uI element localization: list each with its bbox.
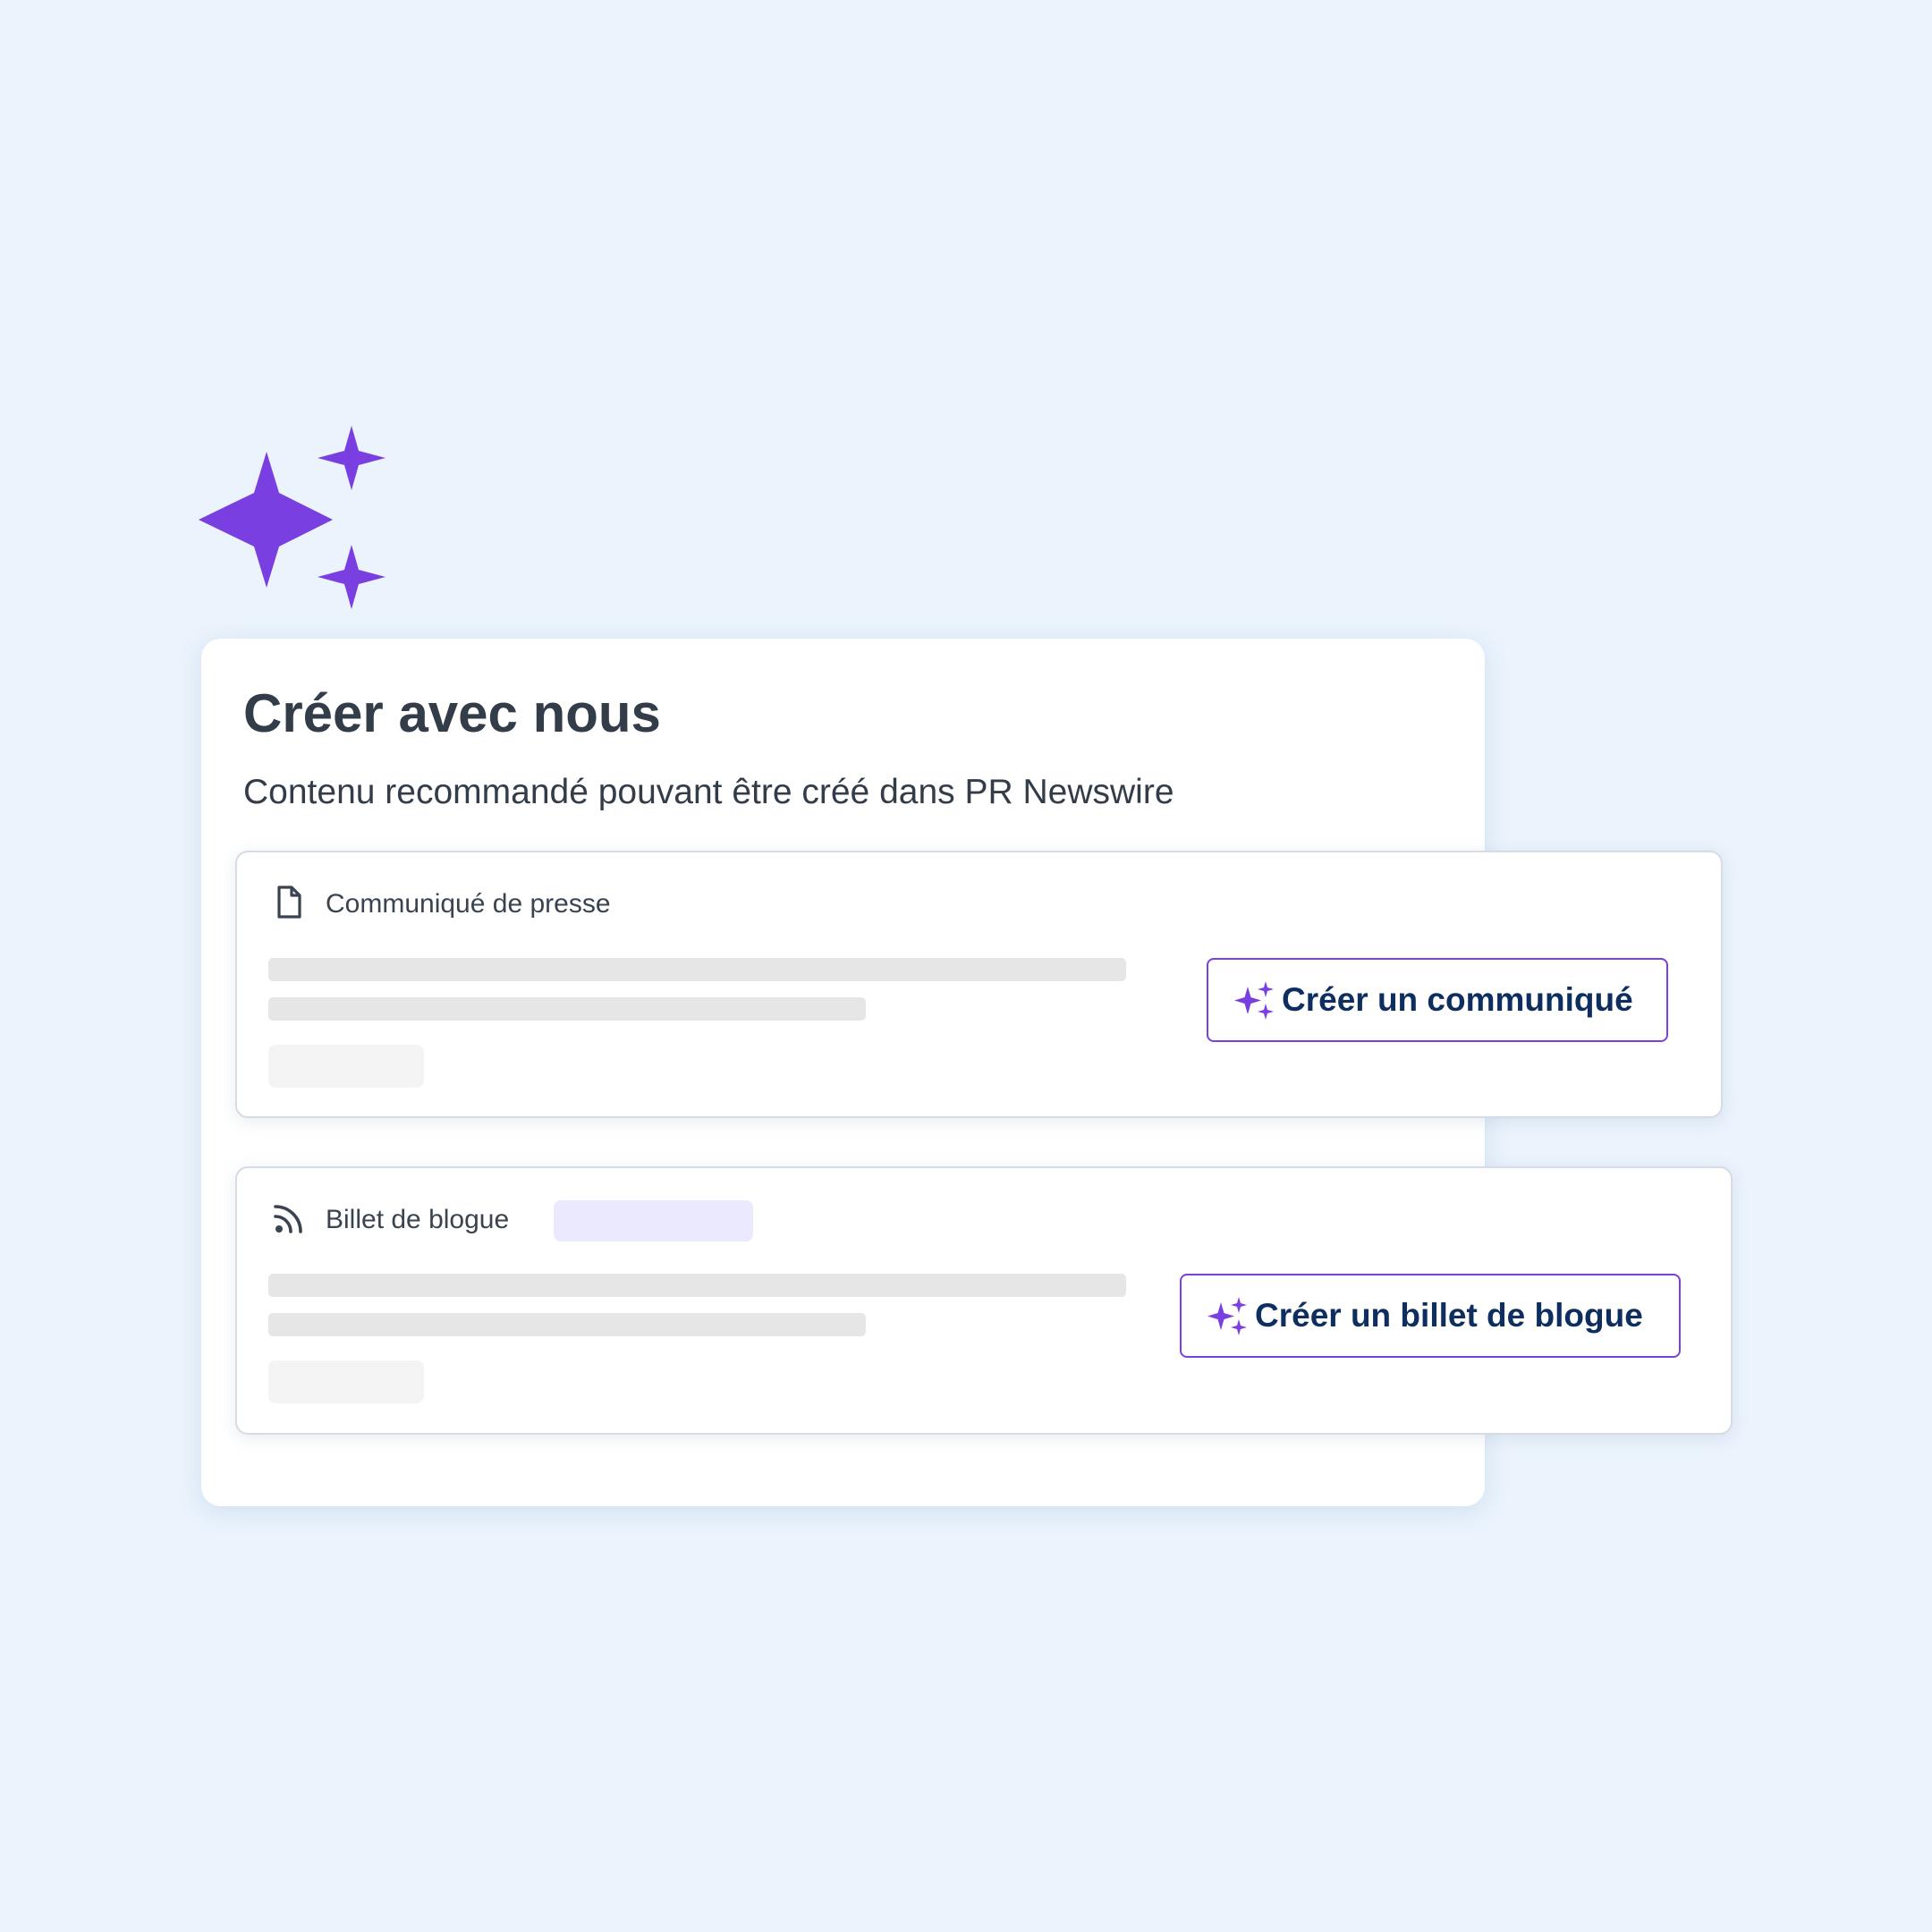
skeleton-line xyxy=(268,1313,866,1336)
skeleton-line xyxy=(268,1274,1126,1297)
rss-icon xyxy=(274,1205,302,1233)
card-label: Billet de blogue xyxy=(326,1205,510,1234)
content-card-blog-post: Billet de blogue Créer un billet de blog… xyxy=(235,1166,1733,1435)
tag-placeholder xyxy=(554,1200,753,1241)
sparkles-icon xyxy=(199,426,386,609)
sparkles-icon xyxy=(1234,981,1274,1020)
skeleton-pill xyxy=(268,1045,424,1088)
card-label: Communiqué de presse xyxy=(326,889,611,919)
skeleton-pill xyxy=(268,1360,424,1403)
content-card-press-release: Communiqué de presse Créer un communiqué xyxy=(235,851,1723,1118)
create-blog-post-button[interactable]: Créer un billet de blogue xyxy=(1180,1274,1681,1358)
create-blog-post-label: Créer un billet de blogue xyxy=(1255,1297,1643,1334)
panel-title: Créer avec nous xyxy=(243,683,661,743)
document-icon xyxy=(277,886,301,919)
create-press-release-button[interactable]: Créer un communiqué xyxy=(1207,958,1668,1042)
create-press-release-label: Créer un communiqué xyxy=(1282,981,1633,1018)
panel-subtitle: Contenu recommandé pouvant être créé dan… xyxy=(243,773,1174,811)
skeleton-line xyxy=(268,997,866,1021)
sparkles-icon xyxy=(1208,1297,1247,1335)
skeleton-line xyxy=(268,958,1126,981)
